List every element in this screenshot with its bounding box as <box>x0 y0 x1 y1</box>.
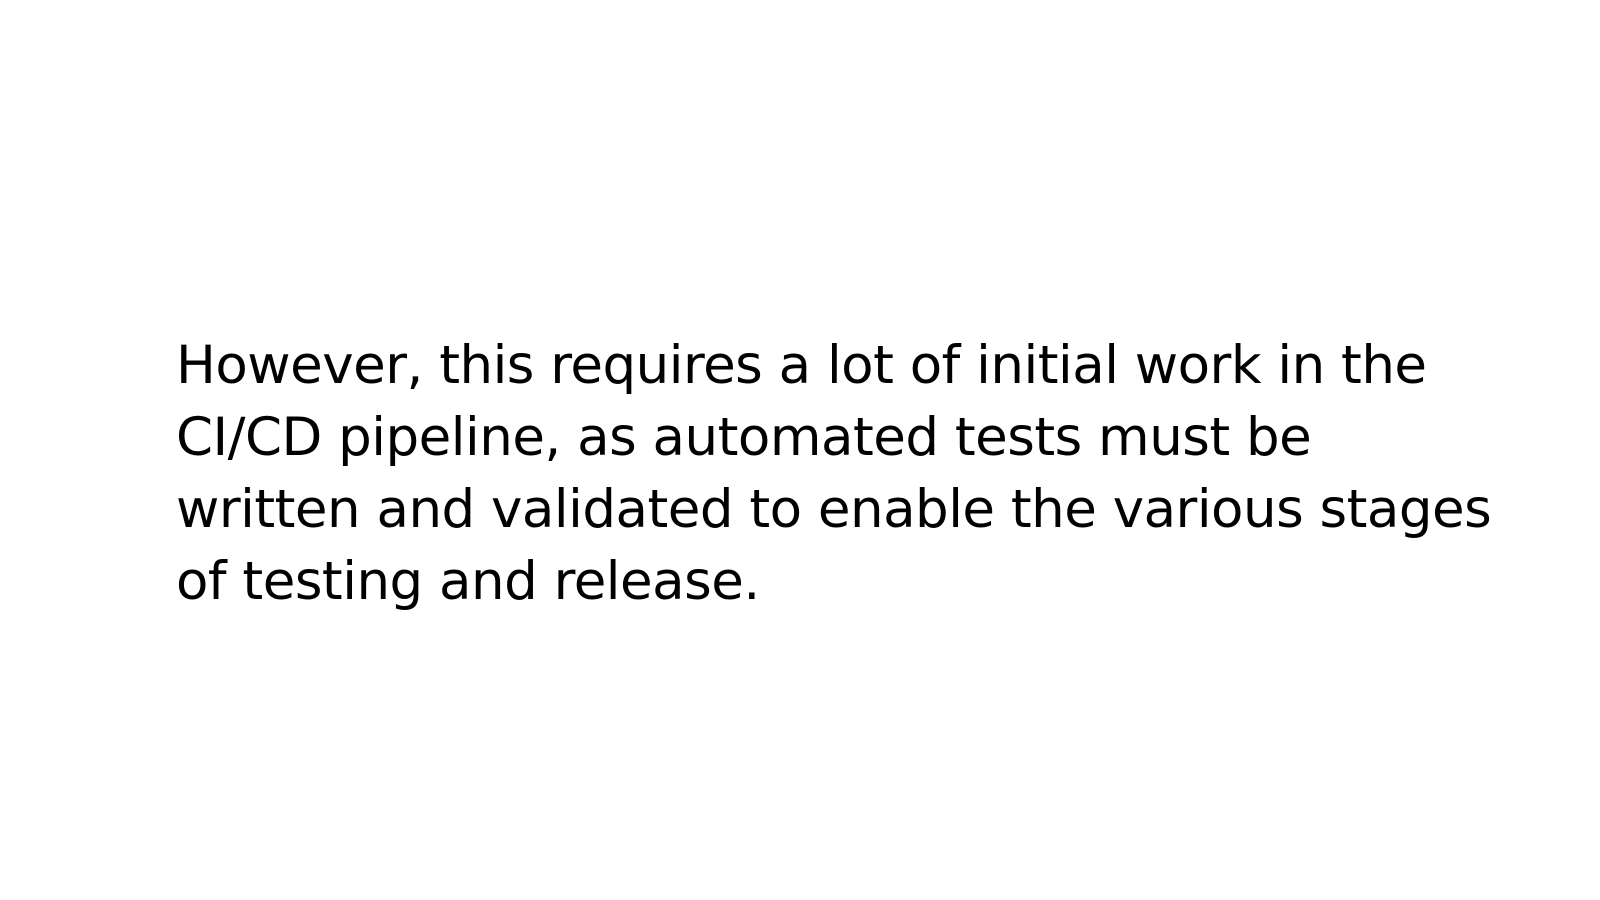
slide-body-text: However, this requires a lot of initial … <box>176 330 1492 618</box>
text-line: written and validated to enable the vari… <box>176 479 1492 540</box>
text-line: of testing and release. <box>176 551 760 612</box>
text-line: However, this requires a lot of initial … <box>176 335 1427 396</box>
text-line: CI/CD pipeline, as automated tests must … <box>176 407 1312 468</box>
slide: However, this requires a lot of initial … <box>0 0 1600 900</box>
